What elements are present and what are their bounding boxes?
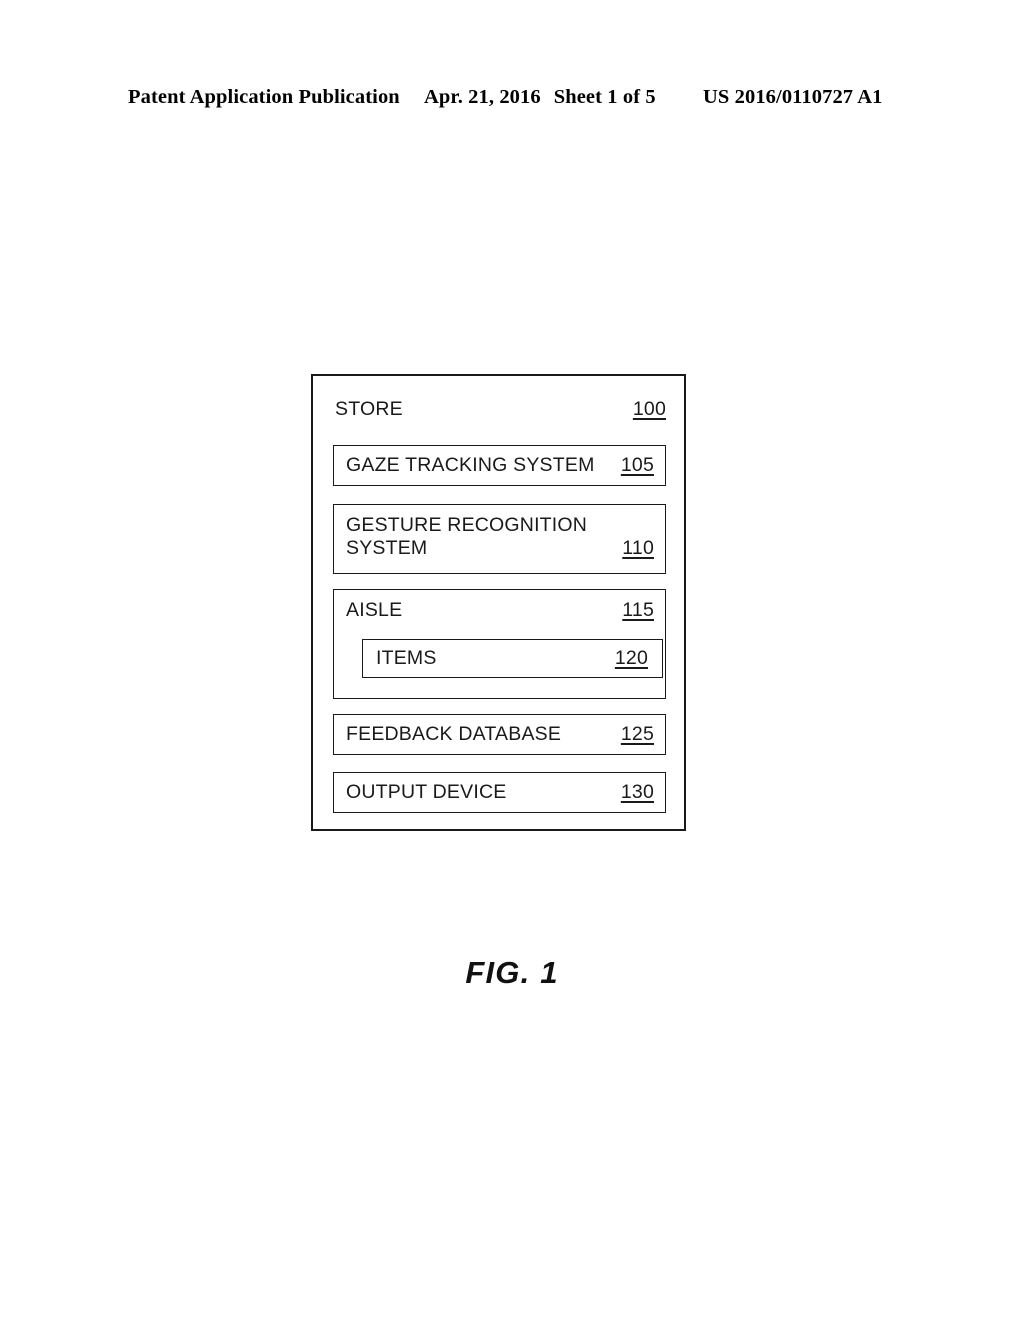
- output-device-block: OUTPUT DEVICE 130: [333, 772, 666, 813]
- store-block: STORE 100 GAZE TRACKING SYSTEM 105 GESTU…: [311, 374, 686, 831]
- output-device-numeral: 130: [620, 781, 654, 803]
- items-block: ITEMS 120: [362, 639, 663, 678]
- gaze-tracking-system-row: GAZE TRACKING SYSTEM 105: [346, 454, 654, 477]
- aisle-inner: AISLE 115 ITEMS 120: [346, 599, 663, 698]
- gaze-tracking-system-block: GAZE TRACKING SYSTEM 105: [333, 445, 666, 486]
- store-title-row: STORE 100: [335, 398, 666, 421]
- feedback-database-label: FEEDBACK DATABASE: [346, 723, 562, 745]
- gesture-recognition-system-label: GESTURE RECOGNITION SYSTEM: [346, 514, 588, 559]
- gaze-tracking-system-label: GAZE TRACKING SYSTEM: [346, 454, 595, 476]
- figure-1: STORE 100 GAZE TRACKING SYSTEM 105 GESTU…: [0, 0, 1024, 1320]
- output-device-row: OUTPUT DEVICE 130: [346, 781, 654, 804]
- figure-caption: FIG. 1: [465, 955, 559, 990]
- aisle-numeral: 115: [622, 599, 654, 621]
- items-numeral: 120: [614, 647, 648, 669]
- items-label: ITEMS: [376, 647, 437, 669]
- feedback-database-row: FEEDBACK DATABASE 125: [346, 723, 654, 746]
- gesture-recognition-system-row: GESTURE RECOGNITION SYSTEM 110: [346, 514, 654, 560]
- gaze-tracking-system-numeral: 105: [620, 454, 654, 476]
- store-label: STORE: [335, 398, 403, 420]
- output-device-label: OUTPUT DEVICE: [346, 781, 507, 803]
- gesture-recognition-system-numeral: 110: [622, 537, 654, 559]
- aisle-label: AISLE: [346, 599, 403, 621]
- store-numeral: 100: [632, 398, 666, 420]
- feedback-database-block: FEEDBACK DATABASE 125: [333, 714, 666, 755]
- aisle-row: AISLE 115: [346, 599, 654, 622]
- gesture-recognition-system-block: GESTURE RECOGNITION SYSTEM 110: [333, 504, 666, 574]
- items-row: ITEMS 120: [376, 647, 648, 670]
- aisle-block: AISLE 115 ITEMS 120: [333, 589, 666, 699]
- feedback-database-numeral: 125: [620, 723, 654, 745]
